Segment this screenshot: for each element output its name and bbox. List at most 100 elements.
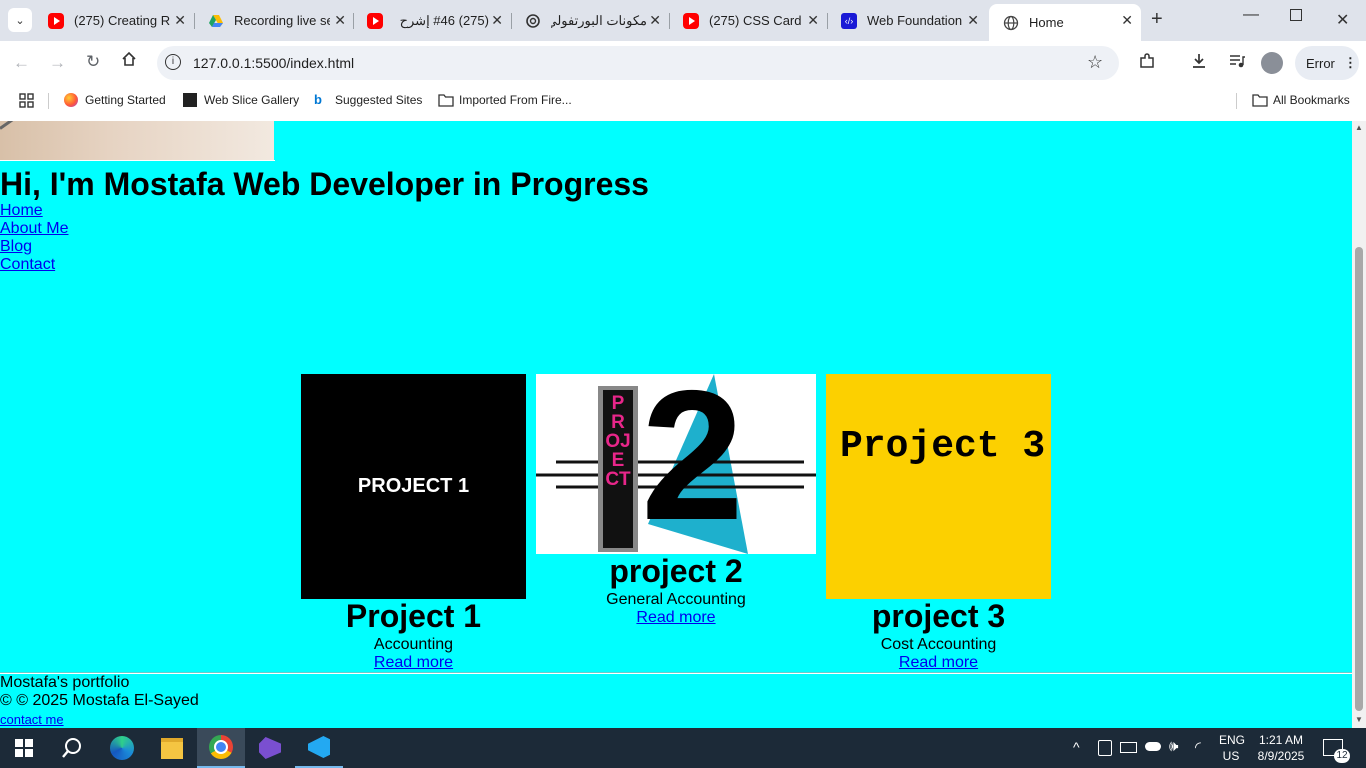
nav-link-home[interactable]: Home: [0, 202, 43, 220]
nav-link-about[interactable]: About Me: [0, 220, 68, 238]
web-page: Hi, I'm Mostafa Web Developer in Progres…: [0, 121, 1352, 729]
battery-icon[interactable]: [1120, 742, 1137, 753]
apps-icon[interactable]: [19, 93, 34, 111]
globe-icon: [1003, 15, 1019, 31]
notification-badge: 12: [1334, 749, 1350, 763]
scrollbar-thumb[interactable]: [1355, 247, 1363, 711]
bookmark-star-icon[interactable]: ☆: [1087, 52, 1103, 73]
youtube-icon: [48, 12, 64, 29]
taskbar-visual-studio[interactable]: [246, 728, 294, 768]
nav-link-blog[interactable]: Blog: [0, 238, 32, 256]
tab-title: Recording live se: [234, 13, 330, 28]
bookmark-label: Getting Started: [85, 93, 166, 107]
bookmark-getting-started[interactable]: Getting Started: [64, 93, 166, 107]
project1-image-text: PROJECT 1: [357, 475, 470, 497]
folder-icon: [438, 93, 454, 107]
meet-now-icon[interactable]: [1098, 740, 1112, 756]
chatgpt-icon: [525, 13, 541, 29]
tab-3[interactable]: مكونات البورتفولي ✕: [511, 0, 669, 41]
search-button[interactable]: [48, 728, 96, 768]
start-button[interactable]: [0, 728, 48, 768]
profile-photo: [0, 121, 274, 160]
profile-error-label: Error: [1306, 55, 1335, 71]
menu-icon: ⋮: [1343, 55, 1357, 70]
scroll-down-icon[interactable]: ▼: [1355, 715, 1363, 724]
tab-title: Web Foundation: [867, 13, 963, 28]
close-icon[interactable]: ✕: [491, 12, 503, 29]
back-icon[interactable]: ←: [13, 53, 30, 73]
close-window-icon[interactable]: ✕: [1336, 10, 1349, 30]
address-bar[interactable]: i 127.0.0.1:5500/index.html ☆: [157, 46, 1119, 80]
profile-error-button[interactable]: Error ⋮: [1295, 46, 1359, 80]
bookmark-label: Suggested Sites: [335, 93, 423, 107]
windows-icon: [15, 739, 33, 757]
download-icon[interactable]: [1190, 52, 1208, 75]
nav-link-contact[interactable]: Contact: [0, 256, 55, 274]
chevron-up-icon[interactable]: ^: [1073, 739, 1080, 755]
bookmark-label: Imported From Fire...: [459, 93, 572, 107]
close-icon[interactable]: ✕: [649, 12, 661, 29]
page-scrollbar[interactable]: ▲ ▼: [1352, 121, 1366, 729]
youtube-icon: [367, 12, 383, 29]
footer-divider: [0, 672, 1352, 674]
url-text[interactable]: 127.0.0.1:5500/index.html: [193, 55, 354, 71]
tab-1[interactable]: Recording live se ✕: [194, 0, 354, 41]
taskbar-edge[interactable]: [98, 728, 146, 768]
tab-search-button[interactable]: ⌄: [8, 8, 32, 32]
close-icon[interactable]: ✕: [1121, 12, 1133, 29]
close-icon[interactable]: ✕: [334, 12, 346, 29]
restore-icon[interactable]: [1290, 9, 1302, 21]
footer-name: Mostafa's portfolio: [0, 674, 130, 691]
bookmarks-bar: Getting Started Web Slice Gallery b Sugg…: [0, 85, 1366, 117]
bookmark-suggested-sites[interactable]: b Suggested Sites: [314, 92, 423, 108]
tab-title: (275) #46 إشرح: [399, 12, 489, 28]
onedrive-icon[interactable]: [1145, 742, 1161, 751]
all-bookmarks[interactable]: All Bookmarks: [1252, 93, 1350, 107]
tab-2[interactable]: (275) #46 إشرح ✕: [353, 0, 511, 41]
tab-5[interactable]: ‹/› Web Foundation ✕: [827, 0, 987, 41]
wifi-icon[interactable]: ◜: [1195, 738, 1201, 756]
tab-0[interactable]: (275) Creating R ✕: [34, 0, 194, 41]
bookmark-web-slice-gallery[interactable]: Web Slice Gallery: [183, 93, 299, 107]
folder-icon: [1252, 93, 1268, 107]
tab-4[interactable]: (275) CSS Card H ✕: [669, 0, 827, 41]
taskbar-file-explorer[interactable]: [148, 728, 196, 768]
page-heading: Hi, I'm Mostafa Web Developer in Progres…: [0, 166, 649, 202]
bookmark-divider: [48, 93, 49, 109]
project3-read-more-link[interactable]: Read more: [826, 654, 1051, 672]
close-icon[interactable]: ✕: [174, 12, 186, 29]
language-indicator[interactable]: ENG US: [1219, 732, 1245, 764]
home-icon[interactable]: [121, 51, 137, 72]
reload-icon[interactable]: ↻: [86, 52, 100, 72]
footer-contact-link[interactable]: contact me: [0, 712, 64, 727]
bookmark-imported-folder[interactable]: Imported From Fire...: [438, 93, 572, 107]
volume-icon[interactable]: 🕪: [1169, 738, 1178, 755]
bing-icon: b: [314, 92, 322, 107]
minimize-icon[interactable]: —: [1243, 6, 1259, 24]
search-icon: [62, 738, 81, 758]
clock-date: 8/9/2025: [1257, 749, 1305, 763]
scroll-up-icon[interactable]: ▲: [1355, 123, 1363, 132]
tab-strip: ⌄ (275) Creating R ✕ Recording live se ✕…: [0, 0, 1366, 41]
project1-read-more-link[interactable]: Read more: [301, 654, 526, 672]
avatar[interactable]: [1261, 52, 1283, 74]
close-icon[interactable]: ✕: [967, 12, 979, 29]
project2-read-more-link[interactable]: Read more: [536, 609, 816, 627]
extensions-icon[interactable]: [1138, 52, 1156, 75]
media-control-icon[interactable]: [1228, 52, 1246, 75]
clock[interactable]: 1:21 AM 8/9/2025: [1254, 732, 1308, 764]
project2-subtitle: General Accounting: [606, 591, 746, 608]
site-info-icon[interactable]: i: [165, 54, 181, 70]
taskbar-vscode[interactable]: [295, 728, 343, 768]
visual-studio-icon: [259, 737, 281, 759]
folder-icon: [161, 737, 183, 759]
new-tab-button[interactable]: +: [1151, 8, 1163, 31]
tab-title: (275) Creating R: [74, 13, 170, 28]
forward-icon[interactable]: →: [49, 53, 66, 73]
close-icon[interactable]: ✕: [807, 12, 819, 29]
tab-6-active[interactable]: Home ✕: [989, 4, 1141, 41]
taskbar-chrome-active[interactable]: [197, 728, 245, 768]
clock-time: 1:21 AM: [1258, 733, 1304, 747]
project3-subtitle: Cost Accounting: [880, 636, 997, 653]
photo-border: [0, 160, 275, 161]
